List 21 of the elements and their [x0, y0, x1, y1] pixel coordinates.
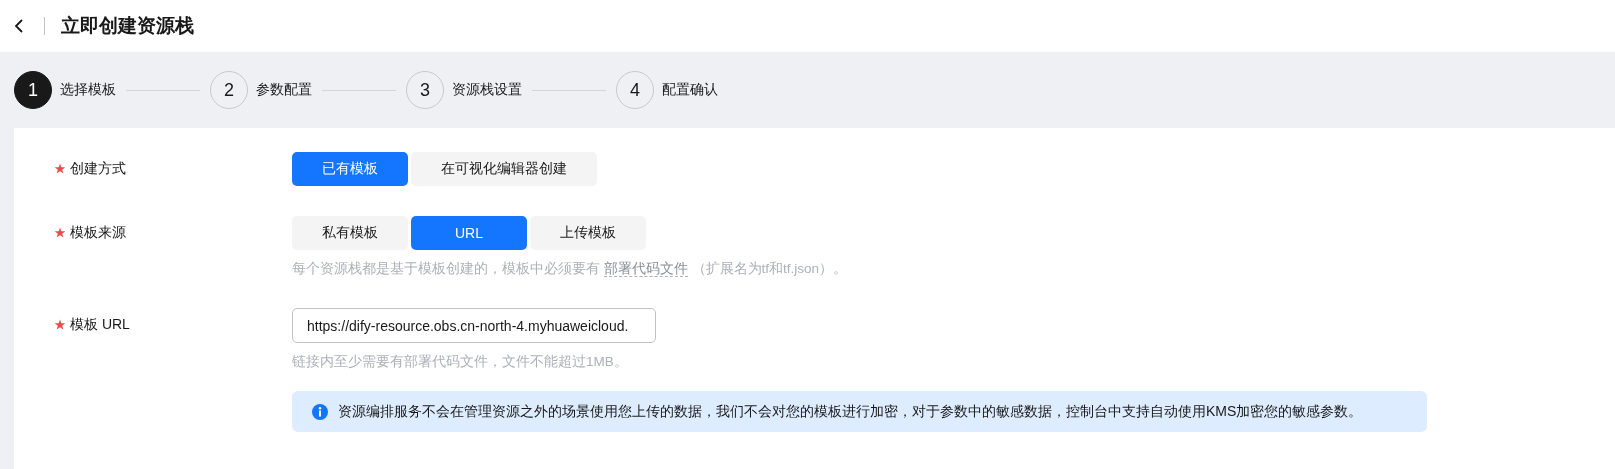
hint-text: 链接内至少需要有部署代码文件，文件不能超过1MB。 [292, 353, 629, 371]
field-label: 模板 URL [70, 316, 130, 334]
step-label: 资源栈设置 [452, 81, 522, 99]
field-label: 模板来源 [70, 224, 126, 242]
url-input-field[interactable]: https://dify-resource.obs.cn-north-4.myhuaweicloud. [292, 308, 656, 343]
step-label: 选择模板 [60, 81, 116, 99]
segment-option[interactable]: 在可视化编辑器创建 [411, 152, 597, 186]
page-title: 立即创建资源栈 [61, 14, 194, 38]
segment-option[interactable]: URL [411, 216, 527, 250]
step-label: 参数配置 [256, 81, 312, 99]
step-number: 1 [14, 71, 52, 109]
segment-option[interactable]: 上传模板 [530, 216, 646, 250]
back-icon [12, 18, 26, 34]
file-link[interactable]: 部署代码文件 [603, 261, 688, 277]
info-text: 资源编排服务不会在管理资源之外的场景使用您上传的数据，我们不会对您的模板进行加密，对于参数中的敏感数据，控制台中支持自动使用KMS加密您的敏感参数。 [338, 402, 1363, 421]
step-label: 配置确认 [662, 81, 718, 99]
segment-option[interactable]: 已有模板 [292, 152, 408, 186]
hint-text: 每个资源栈都是基于模板创建的，模板中必须要有 部署代码文件 （扩展名为tf和tf.json）。 [292, 260, 849, 278]
field-label: 创建方式 [70, 160, 126, 178]
info-icon [312, 403, 328, 420]
segment-option[interactable]: 私有模板 [292, 216, 408, 250]
